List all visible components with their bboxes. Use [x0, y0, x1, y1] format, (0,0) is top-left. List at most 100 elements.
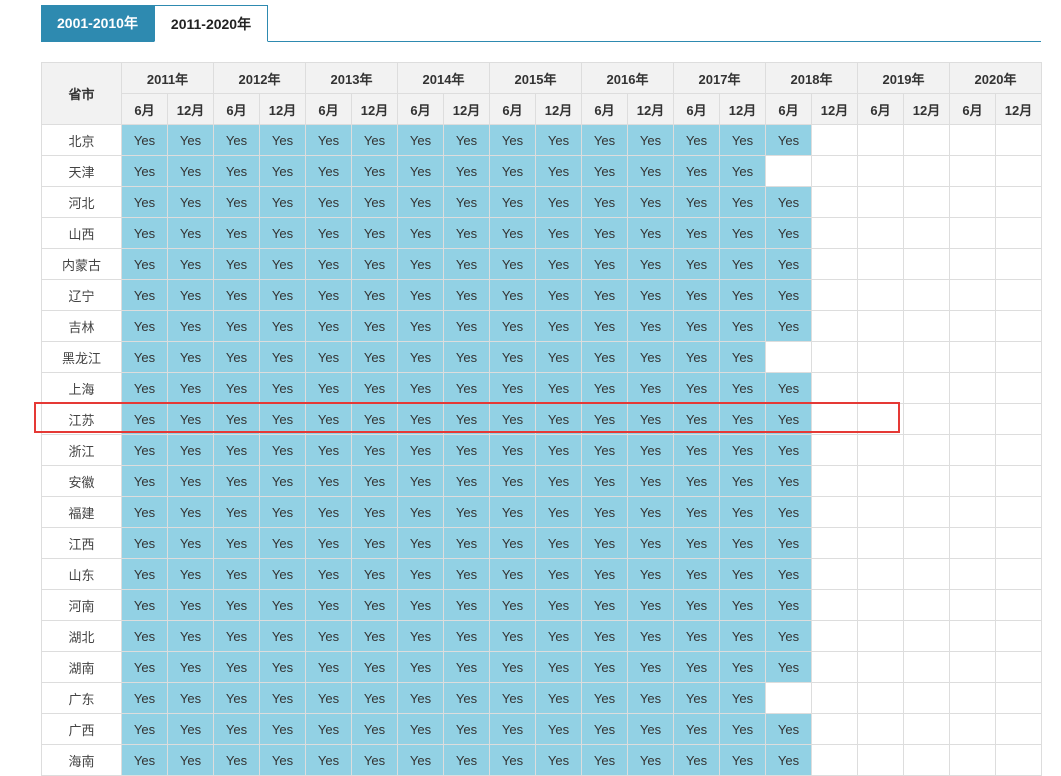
status-cell-empty	[811, 527, 858, 559]
status-cell-yes: Yes	[259, 620, 306, 652]
month-header: 12月	[167, 93, 214, 125]
status-cell-yes: Yes	[443, 713, 490, 745]
status-cell-yes: Yes	[627, 589, 674, 621]
status-cell-empty	[995, 620, 1042, 652]
status-cell-yes: Yes	[627, 527, 674, 559]
status-cell-yes: Yes	[397, 217, 444, 249]
status-cell-yes: Yes	[489, 403, 536, 435]
status-cell-yes: Yes	[213, 248, 260, 280]
status-cell-empty	[903, 496, 950, 528]
status-cell-yes: Yes	[259, 651, 306, 683]
status-cell-empty	[903, 558, 950, 590]
status-cell-yes: Yes	[213, 496, 260, 528]
status-cell-yes: Yes	[489, 682, 536, 714]
table-row: 福建 Yes Yes Yes Yes Yes Yes Yes Yes Yes Yes Yes Yes Ye…	[41, 496, 1042, 528]
province-cell: 北京	[41, 124, 122, 156]
status-cell-yes: Yes	[443, 372, 490, 404]
table-row: 湖南 Yes Yes Yes Yes Yes Yes Yes Yes Yes Yes Yes Yes Ye…	[41, 651, 1042, 683]
status-cell-empty	[949, 620, 996, 652]
status-cell-yes: Yes	[719, 434, 766, 466]
status-cell-yes: Yes	[121, 372, 168, 404]
table-row: 江西 Yes Yes Yes Yes Yes Yes Yes Yes Yes Yes Yes Yes Ye…	[41, 527, 1042, 559]
status-cell-yes: Yes	[305, 372, 352, 404]
status-cell-yes: Yes	[489, 496, 536, 528]
status-cell-yes: Yes	[167, 465, 214, 497]
tab-2011-2020[interactable]: 2011-2020年	[154, 5, 268, 42]
status-cell-yes: Yes	[351, 713, 398, 745]
status-cell-yes: Yes	[351, 589, 398, 621]
table-row: 黑龙江 Yes Yes Yes Yes Yes Yes Yes Yes Yes Yes Yes Yes Y…	[41, 341, 1042, 373]
status-cell-empty	[811, 310, 858, 342]
status-cell-empty	[857, 744, 904, 776]
status-cell-yes: Yes	[627, 155, 674, 187]
status-cell-yes: Yes	[259, 744, 306, 776]
status-cell-yes: Yes	[167, 682, 214, 714]
status-cell-yes: Yes	[351, 651, 398, 683]
status-cell-yes: Yes	[719, 465, 766, 497]
table-row: 辽宁 Yes Yes Yes Yes Yes Yes Yes Yes Yes Yes Yes Yes Ye…	[41, 279, 1042, 311]
status-cell-empty	[949, 651, 996, 683]
status-cell-yes: Yes	[305, 248, 352, 280]
status-cell-yes: Yes	[627, 217, 674, 249]
tab-2001-2010[interactable]: 2001-2010年	[41, 5, 154, 41]
province-cell: 辽宁	[41, 279, 122, 311]
status-cell-yes: Yes	[673, 124, 720, 156]
table-row: 安徽 Yes Yes Yes Yes Yes Yes Yes Yes Yes Yes Yes Yes Ye…	[41, 465, 1042, 497]
status-cell-yes: Yes	[535, 620, 582, 652]
status-cell-yes: Yes	[351, 496, 398, 528]
status-cell-empty	[949, 403, 996, 435]
status-cell-yes: Yes	[765, 310, 812, 342]
status-cell-yes: Yes	[443, 124, 490, 156]
status-cell-empty	[857, 155, 904, 187]
status-cell-yes: Yes	[167, 496, 214, 528]
year-header: 2017年	[673, 62, 766, 94]
status-cell-empty	[811, 403, 858, 435]
status-cell-yes: Yes	[719, 744, 766, 776]
status-cell-yes: Yes	[489, 279, 536, 311]
status-cell-yes: Yes	[121, 527, 168, 559]
status-cell-yes: Yes	[443, 217, 490, 249]
status-cell-empty	[857, 434, 904, 466]
province-cell: 广东	[41, 682, 122, 714]
status-cell-yes: Yes	[121, 186, 168, 218]
status-cell-yes: Yes	[535, 124, 582, 156]
status-cell-empty	[995, 465, 1042, 497]
status-cell-yes: Yes	[627, 279, 674, 311]
month-header: 6月	[857, 93, 904, 125]
status-cell-yes: Yes	[167, 217, 214, 249]
status-cell-yes: Yes	[581, 403, 628, 435]
province-cell: 海南	[41, 744, 122, 776]
status-cell-yes: Yes	[259, 248, 306, 280]
status-cell-yes: Yes	[351, 527, 398, 559]
status-cell-yes: Yes	[121, 713, 168, 745]
status-cell-yes: Yes	[121, 248, 168, 280]
status-cell-yes: Yes	[489, 310, 536, 342]
status-cell-yes: Yes	[719, 124, 766, 156]
status-cell-yes: Yes	[719, 651, 766, 683]
status-cell-empty	[811, 465, 858, 497]
status-cell-yes: Yes	[351, 434, 398, 466]
status-cell-yes: Yes	[535, 372, 582, 404]
status-cell-yes: Yes	[443, 403, 490, 435]
status-cell-yes: Yes	[627, 372, 674, 404]
status-cell-empty	[857, 496, 904, 528]
province-cell: 内蒙古	[41, 248, 122, 280]
table-row: 广西 Yes Yes Yes Yes Yes Yes Yes Yes Yes Yes Yes Yes Ye…	[41, 713, 1042, 745]
year-header: 2018年	[765, 62, 858, 94]
status-cell-yes: Yes	[443, 496, 490, 528]
status-cell-yes: Yes	[351, 682, 398, 714]
status-cell-empty	[949, 341, 996, 373]
status-cell-yes: Yes	[581, 155, 628, 187]
status-cell-yes: Yes	[351, 341, 398, 373]
status-cell-yes: Yes	[397, 372, 444, 404]
status-cell-yes: Yes	[121, 341, 168, 373]
status-cell-yes: Yes	[673, 341, 720, 373]
status-cell-yes: Yes	[167, 558, 214, 590]
status-cell-yes: Yes	[535, 651, 582, 683]
status-cell-yes: Yes	[673, 217, 720, 249]
status-cell-empty	[811, 651, 858, 683]
status-cell-yes: Yes	[305, 620, 352, 652]
status-cell-yes: Yes	[489, 527, 536, 559]
status-cell-empty	[811, 217, 858, 249]
status-cell-empty	[857, 217, 904, 249]
